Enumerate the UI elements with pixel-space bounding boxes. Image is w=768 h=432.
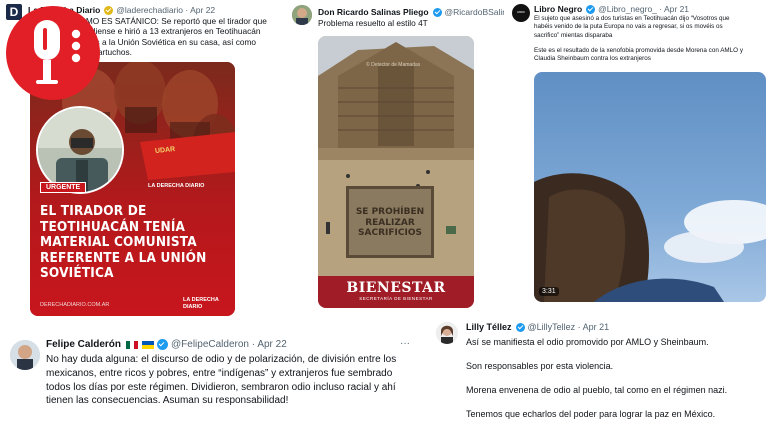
bienestar-subtitle: SECRETARÍA DE BIENESTAR (359, 296, 433, 301)
tweet-handle[interactable]: @RicardoBSalinas · (445, 7, 504, 17)
avatar[interactable] (436, 322, 458, 344)
tweet-image-pyramid[interactable]: © Detector de Mamadas SE PROHÍBEN REALIZ… (318, 36, 474, 308)
poster-site-url: DERECHADIARIO.COM.AR (40, 302, 110, 308)
mexico-flag-icon (126, 340, 139, 349)
tweet-text-line: sacrifico” mientas disparaba (534, 31, 613, 39)
tweet-author-name[interactable]: Libro Negro (534, 4, 582, 14)
tweet-paragraph: Tenemos que echarlos del poder para logr… (466, 409, 716, 419)
verified-gold-icon (104, 5, 114, 15)
verified-badge-icon (515, 322, 525, 332)
tweet-handle[interactable]: @Libro_negro_ · Apr 21 (598, 4, 689, 14)
podcast-logo (6, 6, 100, 100)
shooter-photo (36, 106, 124, 194)
tweet-author-name[interactable]: Don Ricardo Salinas Pliego (318, 7, 429, 17)
poster-brand-small: LA DERECHA DIARIO (148, 183, 205, 189)
tweet-handle[interactable]: @FelipeCalderon · Apr 22 (171, 339, 287, 350)
libro-negro-logo: LIBRO NEGRO (517, 11, 525, 14)
sign-text: SE PROHÍBEN REALIZAR SACRIFICIOS (355, 207, 425, 238)
tweet-image-poster[interactable]: UDAR URGENTE LA DERECHA DIARIO EL TIRADO… (30, 62, 235, 316)
tweet-felipe-calderon[interactable]: Felipe Calderón @FelipeCalderon · Apr 22… (2, 328, 416, 432)
tweet-text: No hay duda alguna: el discurso de odio … (46, 354, 397, 407)
bienestar-logo-text: BIENESTAR (346, 280, 446, 296)
tweet-author-name[interactable]: Felipe Calderón (46, 339, 121, 350)
tweet-text: El sujeto que asesinó a dos turistas en … (534, 15, 766, 63)
tweet-paragraph: Son responsables por esta violencia. (466, 361, 614, 371)
ukraine-flag-icon (142, 340, 155, 349)
tweet-text-line: habéis venido de la puta Europa no vais … (534, 23, 723, 31)
tweet-more-icon[interactable]: ··· (400, 338, 410, 349)
tweet-text-line: Este es el resultado de la xenofobia pro… (534, 46, 743, 54)
sign-prohiben-sacrificios: SE PROHÍBEN REALIZAR SACRIFICIOS (346, 186, 434, 258)
tweet-ricardo-salinas[interactable]: Don Ricardo Salinas Pliego @RicardoBSali… (286, 0, 504, 318)
verified-badge-icon (157, 339, 169, 350)
urgent-badge: URGENTE (40, 182, 87, 193)
video-duration: 3:31 (539, 287, 559, 296)
pyramid-photo (318, 36, 474, 278)
video-frame (534, 72, 766, 302)
poster-brand-logo: LA DERECHA DIARIO (183, 297, 219, 310)
tweet-handle[interactable]: @LillyTellez · Apr 21 (528, 322, 610, 332)
microphone-icon (34, 20, 81, 84)
tweet-libro-negro[interactable]: LIBRO NEGRO Libro Negro @Libro_negro_ · … (508, 0, 768, 318)
tweet-paragraph: Así se manifiesta el odio promovido por … (466, 337, 709, 347)
tweet-handle[interactable]: @laderechadiario · Apr 22 (116, 5, 215, 15)
collage-canvas: D La Derecha Diario @laderechadiario · A… (0, 0, 768, 432)
tweet-text-line: Claudia Sheinbaum contra los extranjeros (534, 55, 651, 63)
tweet-text: Problema resuelto al estilo 4T (318, 18, 428, 28)
tweet-lilly-tellez[interactable]: Lilly Téllez @LillyTellez · Apr 21 Así s… (430, 318, 768, 432)
tweet-text: Así se manifiesta el odio promovido por … (466, 336, 766, 420)
tweet-text-line: El sujeto que asesinó a dos turistas en … (534, 15, 730, 22)
bienestar-footer: BIENESTAR SECRETARÍA DE BIENESTAR (318, 276, 474, 308)
tweet-paragraph: Morena envenena de odio al pueblo, tal c… (466, 385, 728, 395)
avatar[interactable]: LIBRO NEGRO (512, 4, 530, 22)
image-watermark: © Detector de Mamadas (366, 62, 421, 68)
avatar-image (436, 322, 458, 344)
verified-badge-icon (586, 4, 596, 14)
poster-headline: EL TIRADOR DE TEOTIHUACÁN TENÍA MATERIAL… (40, 204, 207, 281)
avatar[interactable] (292, 5, 312, 25)
verified-badge-icon (432, 7, 442, 17)
tweet-author-name[interactable]: Lilly Téllez (466, 322, 512, 332)
avatar-image (292, 5, 312, 25)
avatar-image (10, 340, 40, 370)
avatar[interactable] (10, 340, 40, 370)
tweet-video[interactable]: 3:31 (534, 72, 766, 302)
